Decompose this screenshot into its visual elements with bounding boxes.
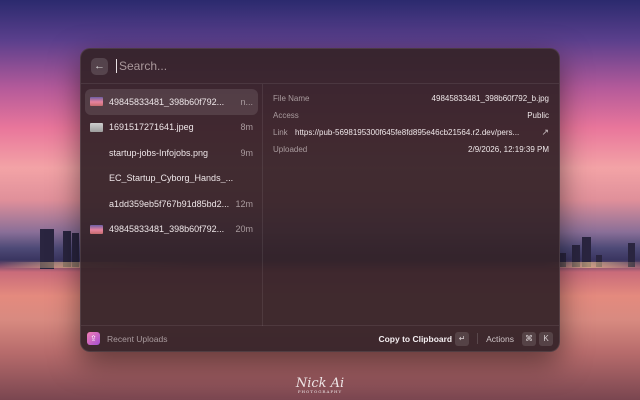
meta-value: 49845833481_398b60f792_b.jpg xyxy=(431,94,549,103)
list-item[interactable]: 49845833481_398b60f792... 20m xyxy=(85,217,258,243)
meta-link: Link https://pub-5698195300f645fe8fd895e… xyxy=(273,124,549,141)
thumbnail-icon xyxy=(90,174,103,183)
meta-uploaded: Uploaded 2/9/2026, 12:19:39 PM xyxy=(273,141,549,158)
meta-label: File Name xyxy=(273,94,310,103)
meta-value: Public xyxy=(527,111,549,120)
thumbnail-icon xyxy=(90,97,103,107)
command-key-icon: ⌘ xyxy=(522,331,536,346)
list-item[interactable]: 1691517271641.jpeg 8m xyxy=(85,115,258,141)
raycast-window: ← 49845833481_398b60f792... n... 169151727… xyxy=(80,48,560,352)
link-value[interactable]: https://pub-5698195300f645fe8fd895e46cb2… xyxy=(295,128,535,137)
meta-value: 2/9/2026, 12:19:39 PM xyxy=(468,145,549,154)
thumbnail-icon xyxy=(90,122,103,132)
upload-time: 20m xyxy=(235,224,253,235)
upload-app-icon: ⇪ xyxy=(87,332,100,345)
file-name: EC_Startup_Cyborg_Hands_... xyxy=(109,173,234,184)
k-key-icon: K xyxy=(539,331,553,346)
file-name: 1691517271641.jpeg xyxy=(109,122,194,133)
external-link-icon[interactable]: ↗ xyxy=(539,127,549,138)
footer-title: Recent Uploads xyxy=(107,333,168,344)
meta-label: Uploaded xyxy=(273,145,308,154)
divider xyxy=(477,333,479,344)
meta-label: Access xyxy=(273,111,299,120)
upload-time: 9m xyxy=(240,147,253,158)
list-item[interactable]: EC_Startup_Cyborg_Hands_... xyxy=(85,166,258,192)
detail-panel: File Name 49845833481_398b60f792_b.jpg A… xyxy=(263,84,559,326)
copy-to-clipboard-button[interactable]: Copy to Clipboard xyxy=(378,334,452,344)
list-item[interactable]: a1dd359eb5f767b91d85bd2... 12m xyxy=(85,191,258,217)
signature-sub: PHOTOGRAPHY xyxy=(297,389,343,394)
action-bar: ⇪ Recent Uploads Copy to Clipboard ↵ Act… xyxy=(81,325,559,351)
thumbnail-icon xyxy=(90,148,103,157)
upload-time: 8m xyxy=(240,122,253,133)
back-button[interactable]: ← xyxy=(91,57,108,75)
search-input[interactable] xyxy=(116,59,549,73)
file-name: 49845833481_398b60f792... xyxy=(109,224,225,235)
return-key-icon: ↵ xyxy=(455,331,470,346)
upload-time: n... xyxy=(240,96,253,107)
list-item[interactable]: 49845833481_398b60f792... n... xyxy=(85,89,258,115)
file-name: a1dd359eb5f767b91d85bd2... xyxy=(109,198,230,209)
list-item[interactable]: startup-jobs-Infojobs.png 9m xyxy=(85,140,258,166)
upload-list: 49845833481_398b60f792... n... 16915172716… xyxy=(81,84,263,326)
photographer-signature: Nick Ai PHOTOGRAPHY xyxy=(0,376,640,394)
thumbnail-icon xyxy=(90,199,103,208)
meta-access: Access Public xyxy=(273,107,549,124)
meta-label: Link xyxy=(273,128,288,137)
upload-time: 12m xyxy=(235,198,253,209)
meta-file-name: File Name 49845833481_398b60f792_b.jpg xyxy=(273,90,549,107)
file-name: startup-jobs-Infojobs.png xyxy=(109,147,209,158)
search-bar: ← xyxy=(81,49,559,84)
arrow-left-icon: ← xyxy=(94,60,105,72)
file-name: 49845833481_398b60f792... xyxy=(109,96,225,107)
actions-button[interactable]: Actions xyxy=(486,334,514,344)
thumbnail-icon xyxy=(90,224,103,234)
